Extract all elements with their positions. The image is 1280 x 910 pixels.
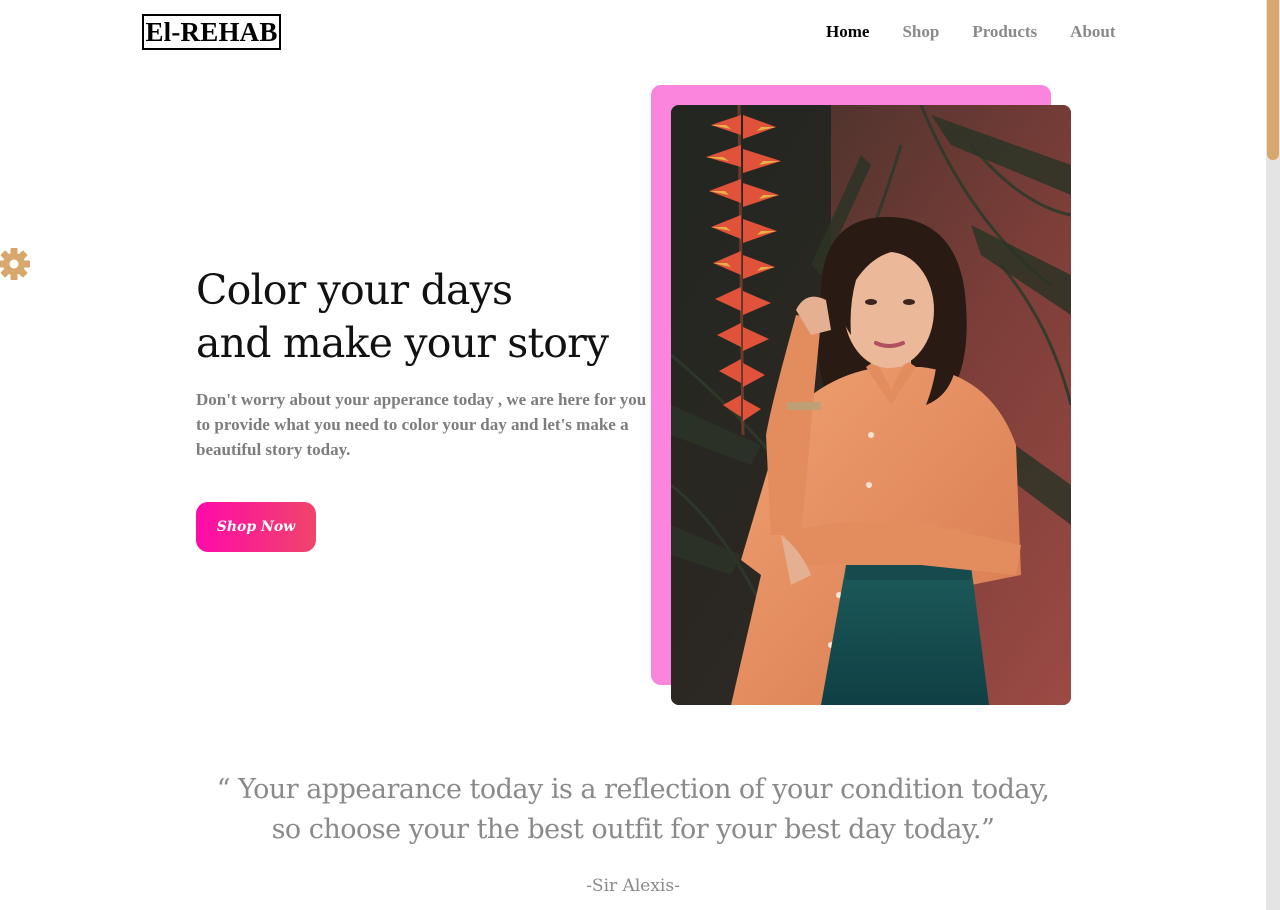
- hero-photo-illustration: [671, 105, 1071, 705]
- quote-author: -Sir Alexis-: [586, 876, 680, 896]
- gear-icon: [0, 248, 30, 280]
- shop-now-button[interactable]: Shop Now: [196, 502, 316, 552]
- nav-products-link[interactable]: Products: [972, 20, 1037, 44]
- brand-logo[interactable]: El-REHAB: [142, 14, 281, 50]
- hero-title-line-1: Color your days: [196, 266, 513, 314]
- hero-description: Don't worry about your apperance today ,…: [196, 390, 647, 459]
- quote-text: “ Your appearance today is a reflection …: [140, 770, 1126, 850]
- settings-gear-button[interactable]: [0, 248, 32, 280]
- main-nav: Home Shop Products About: [826, 20, 1116, 44]
- quote-line-2: so choose your the best outfit for your …: [271, 814, 995, 845]
- page-scrollbar[interactable]: [1266, 0, 1280, 910]
- page: El-REHAB Home Shop Products About Color …: [0, 0, 1280, 910]
- nav-home-link[interactable]: Home: [826, 20, 869, 44]
- hero-title-line-2: and make your story: [196, 319, 609, 367]
- hero-image: [671, 105, 1071, 705]
- nav-about-link[interactable]: About: [1070, 20, 1115, 44]
- quote-line-1: “ Your appearance today is a reflection …: [216, 774, 1050, 805]
- hero-title: Color your days and make your story: [196, 264, 626, 370]
- scrollbar-thumb[interactable]: [1267, 0, 1279, 160]
- nav-shop-link[interactable]: Shop: [902, 20, 939, 44]
